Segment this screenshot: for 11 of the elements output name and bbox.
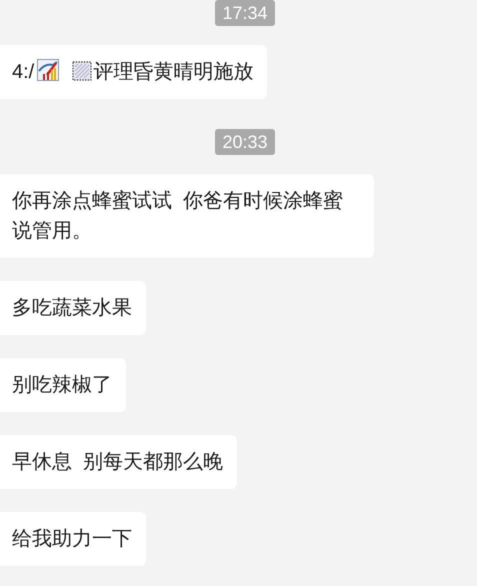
chart-icon xyxy=(37,59,60,81)
stamp-icon xyxy=(72,61,92,81)
message-text: 你再涂点蜂蜜试试 你爸有时候涂蜂蜜说管用。 xyxy=(12,189,344,244)
timestamp: 17:34 xyxy=(215,0,275,26)
timestamp: 20:33 xyxy=(215,129,275,155)
message-text: 早休息 别每天都那么晚 xyxy=(12,450,224,475)
message-text: 评理昏黄晴明施放 xyxy=(93,61,254,83)
message-text: 多吃蔬菜水果 xyxy=(12,296,132,321)
message-text: 给我助力一下 xyxy=(12,527,132,552)
message-text: 别吃辣椒了 xyxy=(12,373,112,398)
message-text: 4:/ xyxy=(12,61,34,83)
